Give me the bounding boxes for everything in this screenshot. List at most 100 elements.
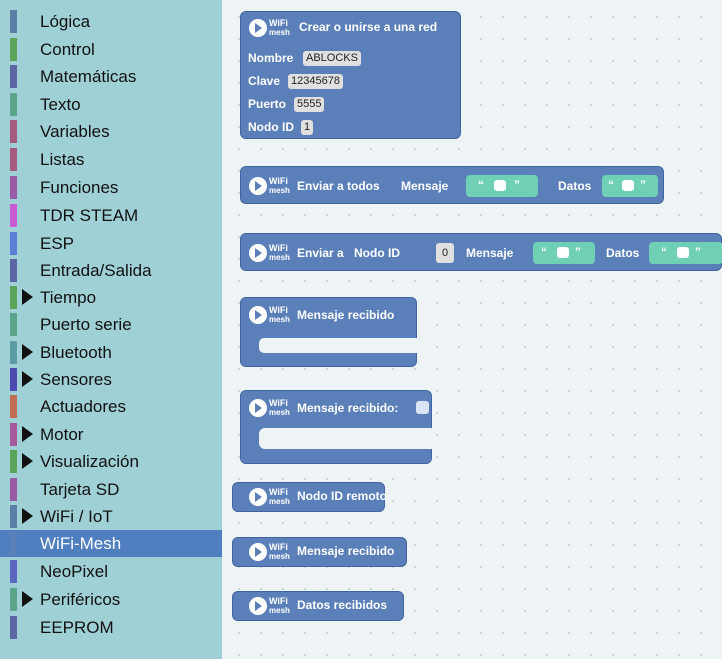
toolbox-category[interactable]: Listas (0, 146, 222, 173)
datos-label: Datos (606, 246, 640, 260)
category-color-bar (10, 505, 17, 528)
category-label: Sensores (40, 370, 112, 389)
toolbox-category[interactable]: Texto (0, 91, 222, 118)
category-label: TDR STEAM (40, 206, 139, 225)
category-label: WiFi / IoT (40, 507, 113, 526)
category-color-bar (10, 588, 17, 611)
toolbox-category[interactable]: TDR STEAM (0, 202, 222, 229)
statement-slot (259, 338, 418, 353)
category-color-bar (10, 38, 17, 61)
toolbox-category[interactable]: ESP (0, 230, 222, 257)
category-label: Actuadores (40, 397, 126, 416)
category-color-bar (10, 313, 17, 336)
toolbox-category[interactable]: Tarjeta SD (0, 476, 222, 503)
clave-label: Clave (248, 74, 281, 88)
block-send-to-all[interactable]: WiFi mesh Enviar a todos Mensaje “” Datos… (240, 166, 664, 204)
category-label: EEPROM (40, 618, 114, 637)
nodo-id-field[interactable]: 0 (436, 243, 454, 263)
category-label: WiFi-Mesh (40, 534, 122, 553)
block-remote-node-id[interactable]: WiFi mesh Nodo ID remoto (232, 482, 387, 512)
toolbox-category[interactable]: Actuadores (0, 393, 222, 420)
toolbox-category[interactable]: Funciones (0, 174, 222, 201)
toolbox-category[interactable]: Variables (0, 118, 222, 145)
category-label: Control (40, 40, 95, 59)
category-color-bar (10, 148, 17, 171)
category-color-bar (10, 423, 17, 446)
category-label: Funciones (40, 178, 119, 197)
category-label: Listas (40, 150, 85, 169)
expand-arrow-icon[interactable] (22, 289, 33, 305)
toolbox-category[interactable]: Entrada/Salida (0, 257, 222, 284)
toolbox-category[interactable]: Tiempo (0, 284, 222, 311)
parameter-checkbox[interactable] (416, 401, 429, 414)
toolbox: Lógica Control Matemáticas Texto Variables Li… (0, 0, 222, 659)
block-title: Mensaje recibido (297, 544, 395, 558)
mensaje-string-input[interactable]: “” (466, 175, 538, 197)
block-message-received-value[interactable]: WiFi mesh Mensaje recibido (232, 537, 407, 567)
toolbox-category[interactable]: Visualización (0, 448, 222, 475)
toolbox-category[interactable]: Control (0, 36, 222, 63)
block-title: Enviar a (297, 246, 344, 260)
block-send-to-node[interactable]: WiFi mesh Enviar a Nodo ID 0 Mensaje “” D… (240, 233, 722, 271)
block-message-received-param[interactable]: WiFi mesh Mensaje recibido: (240, 390, 433, 464)
toolbox-category[interactable]: EEPROM (0, 614, 222, 641)
category-label: Matemáticas (40, 67, 137, 86)
toolbox-category[interactable]: Motor (0, 421, 222, 448)
datos-string-input[interactable]: “” (649, 242, 722, 264)
datos-label: Datos (558, 179, 592, 193)
category-color-bar (10, 259, 17, 282)
expand-arrow-icon[interactable] (22, 371, 33, 387)
expand-arrow-icon[interactable] (22, 344, 33, 360)
nodo-id-label: Nodo ID (248, 120, 294, 134)
category-label: Tiempo (40, 288, 97, 307)
category-label: Motor (40, 425, 84, 444)
category-label: Puerto serie (40, 315, 132, 334)
datos-string-input[interactable]: “” (602, 175, 658, 197)
puerto-label: Puerto (248, 97, 287, 111)
toolbox-category[interactable]: Periféricos (0, 586, 222, 613)
wifi-mesh-logo-icon: WiFi mesh (249, 242, 293, 266)
toolbox-category[interactable]: Puerto serie (0, 311, 222, 338)
expand-arrow-icon[interactable] (22, 508, 33, 524)
block-title: Datos recibidos (297, 598, 388, 612)
wifi-mesh-logo-icon: WiFi mesh (249, 541, 293, 565)
category-color-bar (10, 478, 17, 501)
category-color-bar (10, 286, 17, 309)
category-label: Texto (40, 95, 81, 114)
mensaje-string-input[interactable]: “” (533, 242, 595, 264)
toolbox-category[interactable]: NeoPixel (0, 558, 222, 585)
workspace[interactable]: WiFi mesh Crear o unirse a una red Nombre… (222, 0, 722, 659)
category-color-bar (10, 368, 17, 391)
category-label: ESP (40, 234, 75, 253)
block-title: Enviar a todos (297, 179, 380, 193)
toolbox-category[interactable]: Lógica (0, 8, 222, 35)
category-label: Lógica (40, 12, 91, 31)
wifi-mesh-logo-icon: WiFi mesh (249, 595, 293, 619)
category-label: Bluetooth (40, 343, 112, 362)
toolbox-category[interactable]: Sensores (0, 366, 222, 393)
block-title: Mensaje recibido (297, 308, 395, 322)
nombre-field[interactable]: ABLOCKS (303, 51, 361, 66)
wifi-mesh-logo-icon: WiFi mesh (249, 17, 293, 41)
expand-arrow-icon[interactable] (22, 591, 33, 607)
block-create-join-network[interactable]: WiFi mesh Crear o unirse a una red Nombre… (240, 11, 461, 139)
clave-field[interactable]: 12345678 (288, 74, 343, 89)
toolbox-category[interactable]: Bluetooth (0, 339, 222, 366)
nombre-label: Nombre (248, 51, 294, 65)
nodo-id-field[interactable]: 1 (301, 120, 314, 135)
expand-arrow-icon[interactable] (22, 426, 33, 442)
block-message-received[interactable]: WiFi mesh Mensaje recibido (240, 297, 418, 367)
category-label: Tarjeta SD (40, 480, 120, 499)
mensaje-label: Mensaje (401, 179, 449, 193)
puerto-field[interactable]: 5555 (294, 97, 325, 112)
category-color-bar (10, 341, 17, 364)
category-color-bar (10, 65, 17, 88)
category-color-bar (10, 232, 17, 255)
toolbox-category[interactable]: Matemáticas (0, 63, 222, 90)
category-color-bar (10, 120, 17, 143)
toolbox-category[interactable]: WiFi / IoT (0, 503, 222, 530)
toolbox-category[interactable]: WiFi-Mesh (0, 530, 222, 557)
block-data-received[interactable]: WiFi mesh Datos recibidos (232, 591, 404, 621)
wifi-mesh-logo-icon: WiFi mesh (249, 175, 293, 199)
expand-arrow-icon[interactable] (22, 453, 33, 469)
